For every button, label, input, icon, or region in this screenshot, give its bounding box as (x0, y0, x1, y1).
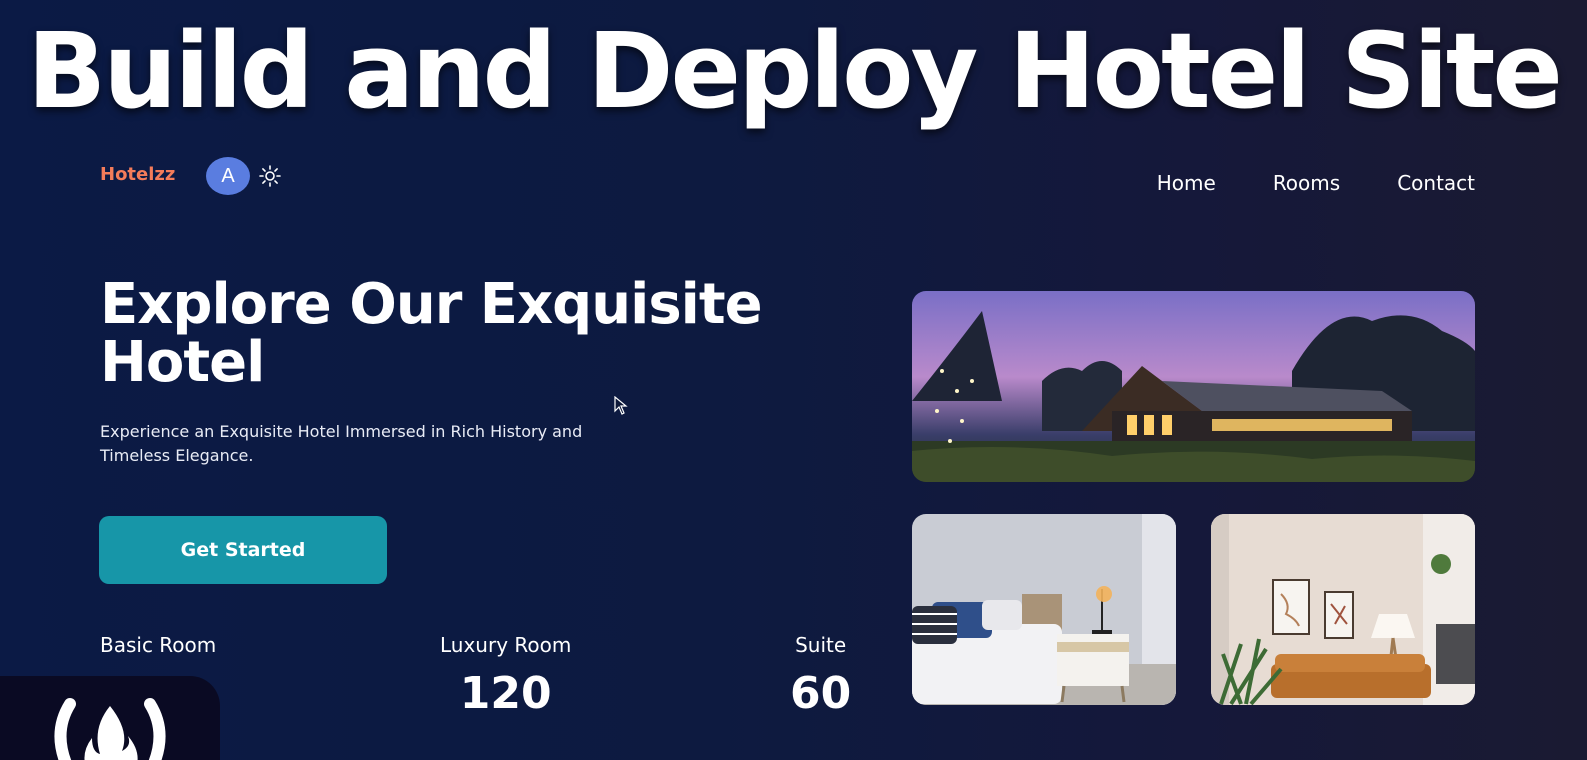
nav-contact[interactable]: Contact (1397, 170, 1475, 196)
video-title: Build and Deploy Hotel Site (27, 10, 1563, 132)
main-nav: Home Rooms Contact (1157, 170, 1475, 196)
nav-rooms[interactable]: Rooms (1273, 170, 1340, 196)
hero-subtitle: Experience an Exquisite Hotel Immersed i… (100, 420, 640, 468)
sun-icon[interactable] (258, 164, 282, 188)
hero-title: Explore Our Exquisite Hotel (100, 276, 860, 392)
stat-value: 60 (790, 668, 852, 719)
hotel-exterior-image (912, 291, 1475, 482)
nav-home[interactable]: Home (1157, 170, 1216, 196)
stat-label: Suite (795, 633, 847, 657)
user-avatar[interactable]: A (206, 157, 250, 195)
hero-subtitle-line2: Timeless Elegance. (100, 446, 254, 465)
stat-basic-room: Basic Room (100, 632, 216, 666)
stat-label: Luxury Room (440, 633, 572, 657)
stat-luxury-room: Luxury Room 120 (440, 632, 571, 722)
hero-subtitle-line1: Experience an Exquisite Hotel Immersed i… (100, 422, 583, 441)
get-started-button[interactable]: Get Started (99, 516, 387, 584)
stat-value: 120 (459, 668, 552, 719)
freecodecamp-logo (0, 676, 220, 760)
bedroom-image (912, 514, 1176, 705)
stat-suite: Suite 60 (790, 632, 851, 722)
brand-logo[interactable]: Hotelzz (100, 164, 175, 185)
hero-title-line2: Hotel (100, 330, 265, 395)
hero-title-line1: Explore Our Exquisite (100, 272, 763, 337)
mouse-cursor-icon (614, 395, 628, 421)
thumbnail-canvas: Build and Deploy Hotel Site Hotelzz A Ho… (0, 0, 1587, 760)
stat-label: Basic Room (100, 633, 217, 657)
living-room-image (1211, 514, 1475, 705)
